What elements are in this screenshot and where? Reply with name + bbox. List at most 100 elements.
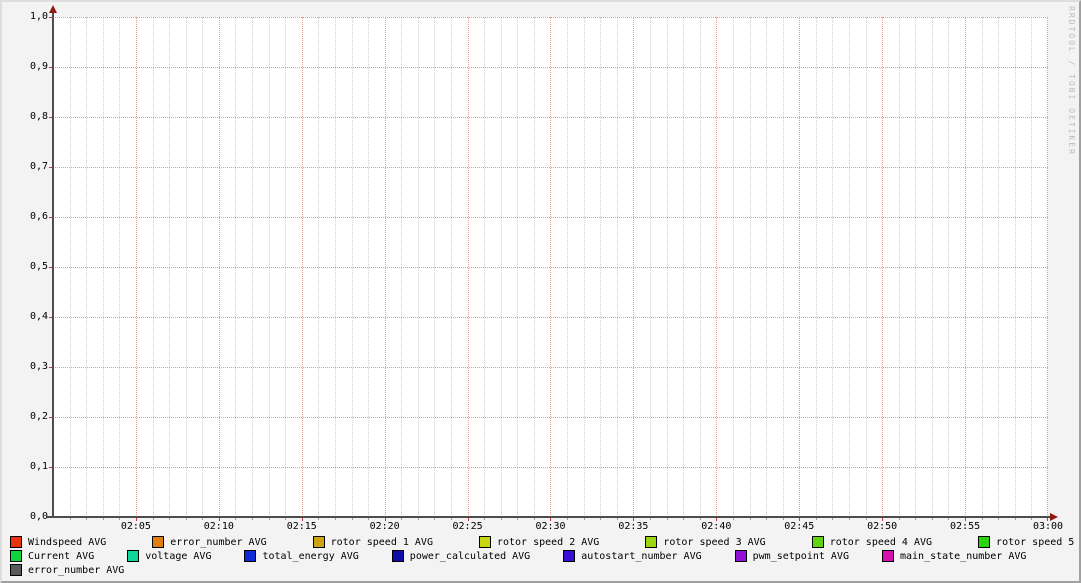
x-axis-tick (667, 518, 668, 520)
legend-color-swatch (10, 564, 22, 576)
x-axis-tick (434, 518, 435, 520)
x-tick-label: 02:35 (609, 521, 657, 533)
x-axis-tick (816, 518, 817, 520)
legend-item: rotor speed 1 AVG (313, 536, 433, 549)
legend-item: rotor speed 2 AVG (479, 536, 599, 549)
legend-label: rotor speed 1 AVG (331, 536, 433, 549)
x-axis-tick (617, 518, 618, 520)
x-tick-label: 02:05 (112, 521, 160, 533)
x-axis-tick (70, 518, 71, 520)
x-axis-tick (932, 518, 933, 520)
y-tick-label: 0,5 (14, 261, 48, 273)
x-axis-tick (169, 518, 170, 520)
axes-layer: 1,00,90,80,70,60,50,40,30,20,10,002:0502… (2, 2, 1079, 581)
y-tick-label: 0,4 (14, 311, 48, 323)
legend-color-swatch (10, 536, 22, 548)
rrdtool-watermark: RRDTOOL / TOBI OETIKER (1067, 6, 1076, 156)
legend-label: error_number AVG (28, 564, 124, 577)
legend-label: autostart_number AVG (581, 550, 701, 563)
y-tick-label: 1,0 (14, 11, 48, 23)
legend-item: power_calculated AVG (392, 550, 530, 563)
y-tick-label: 0,9 (14, 61, 48, 73)
x-axis-tick (202, 518, 203, 520)
x-axis-tick (335, 518, 336, 520)
rrdtool-graph: 1,00,90,80,70,60,50,40,30,20,10,002:0502… (0, 0, 1081, 583)
x-axis-tick (700, 518, 701, 520)
x-axis-tick (998, 518, 999, 520)
legend-label: pwm_setpoint AVG (753, 550, 849, 563)
x-axis-tick (600, 518, 601, 520)
legend-row: error_number AVG (10, 563, 1079, 577)
legend-color-swatch (10, 550, 22, 562)
x-axis-tick (153, 518, 154, 520)
x-axis-tick (866, 518, 867, 520)
x-axis-tick (119, 518, 120, 520)
x-axis-tick (418, 518, 419, 520)
legend-label: rotor speed 4 AVG (830, 536, 932, 549)
legend-color-swatch (392, 550, 404, 562)
legend-item: error_number AVG (10, 564, 124, 577)
x-axis-tick (401, 518, 402, 520)
legend-label: power_calculated AVG (410, 550, 530, 563)
y-axis-arrow-icon (49, 5, 57, 13)
x-axis-tick (484, 518, 485, 520)
legend: Windspeed AVG error_number AVG rotor speed… (10, 535, 1079, 577)
legend-item: rotor speed 3 AVG (645, 536, 765, 549)
x-axis-tick (186, 518, 187, 520)
x-axis-tick (285, 518, 286, 520)
x-axis-arrow-icon (1050, 513, 1058, 521)
legend-color-swatch (244, 550, 256, 562)
legend-label: total_energy AVG (262, 550, 358, 563)
y-tick-label: 0,8 (14, 111, 48, 123)
legend-label: error_number AVG (170, 536, 266, 549)
x-axis-tick (352, 518, 353, 520)
legend-label: Windspeed AVG (28, 536, 106, 549)
x-axis-tick (501, 518, 502, 520)
y-tick-label: 0,7 (14, 161, 48, 173)
legend-item: autostart_number AVG (563, 550, 701, 563)
legend-color-swatch (313, 536, 325, 548)
x-axis-tick (783, 518, 784, 520)
legend-item: error_number AVG (152, 536, 266, 549)
x-axis-tick (103, 518, 104, 520)
x-axis-tick (368, 518, 369, 520)
x-axis-tick (733, 518, 734, 520)
x-axis-tick (451, 518, 452, 520)
legend-color-swatch (479, 536, 491, 548)
x-axis-tick (1015, 518, 1016, 520)
legend-color-swatch (812, 536, 824, 548)
legend-color-swatch (152, 536, 164, 548)
x-axis-line (47, 516, 1052, 518)
legend-row: Windspeed AVG error_number AVG rotor speed… (10, 535, 1079, 549)
x-axis-tick (1031, 518, 1032, 520)
x-tick-label: 02:30 (527, 521, 575, 533)
legend-item: Windspeed AVG (10, 536, 106, 549)
y-tick-label: 0,1 (14, 461, 48, 473)
y-axis-line (52, 11, 54, 518)
x-tick-label: 02:10 (195, 521, 243, 533)
legend-item: Current AVG (10, 550, 94, 563)
legend-item: rotor speed 5 AVG (978, 536, 1081, 549)
x-tick-label: 02:25 (444, 521, 492, 533)
legend-row: Current AVG voltage AVG total_energy AVG po… (10, 549, 1079, 563)
x-tick-label: 02:55 (941, 521, 989, 533)
x-axis-tick (832, 518, 833, 520)
x-axis-tick (899, 518, 900, 520)
x-axis-tick (318, 518, 319, 520)
y-tick-label: 0,6 (14, 211, 48, 223)
x-axis-tick (517, 518, 518, 520)
x-axis-tick (683, 518, 684, 520)
x-axis-tick (650, 518, 651, 520)
x-axis-tick (534, 518, 535, 520)
y-tick-label: 0,2 (14, 411, 48, 423)
legend-color-swatch (882, 550, 894, 562)
legend-item: voltage AVG (127, 550, 211, 563)
x-tick-label: 02:15 (278, 521, 326, 533)
x-axis-tick (86, 518, 87, 520)
x-axis-tick (584, 518, 585, 520)
legend-color-swatch (645, 536, 657, 548)
x-axis-tick (849, 518, 850, 520)
legend-item: main_state_number AVG (882, 550, 1026, 563)
x-tick-label: 02:40 (692, 521, 740, 533)
x-axis-tick (567, 518, 568, 520)
